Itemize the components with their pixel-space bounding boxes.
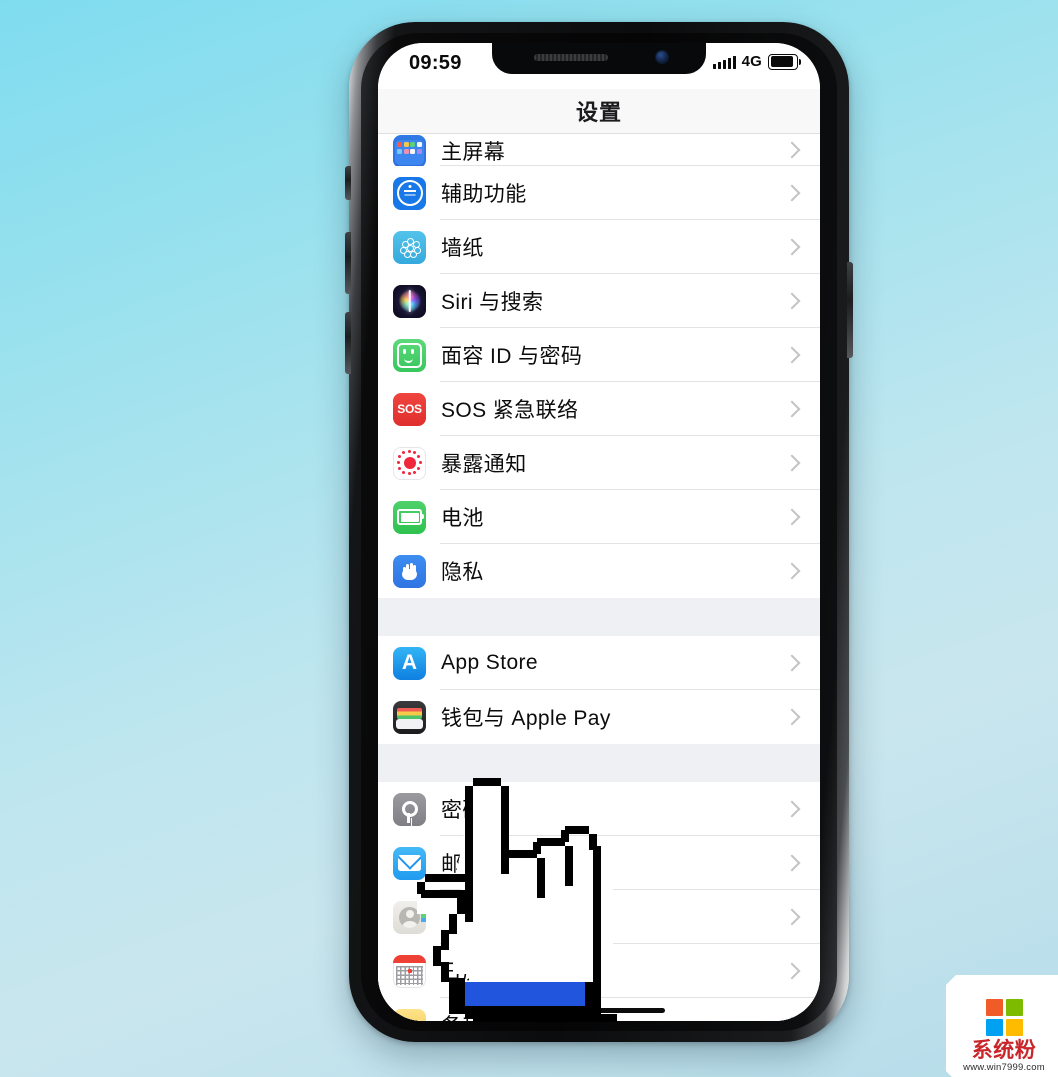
privacy-icon <box>393 554 426 588</box>
chevron-right-icon <box>783 238 801 256</box>
settings-row-label: SOS 紧急联络 <box>441 399 579 422</box>
settings-row-privacy[interactable]: 隐私 <box>378 544 820 598</box>
settings-group-store: A App Store 钱包与 Apple Pay <box>378 636 820 744</box>
chevron-right-icon <box>783 292 801 310</box>
chevron-right-icon <box>783 800 801 818</box>
chevron-right-icon <box>783 562 801 580</box>
settings-row-siri-search[interactable]: Siri 与搜索 <box>378 274 820 328</box>
status-bar-time: 09:59 <box>409 52 462 74</box>
settings-row-label: 暴露通知 <box>441 453 527 476</box>
chevron-right-icon <box>783 346 801 364</box>
app-store-glyph: A <box>401 650 418 674</box>
settings-row-label: 主屏幕 <box>441 141 506 164</box>
signal-strength-icon <box>712 55 736 69</box>
status-bar: 09:59 4G <box>378 43 820 89</box>
power-button[interactable] <box>847 262 853 358</box>
chevron-right-icon <box>783 141 801 159</box>
chevron-right-icon <box>783 708 801 726</box>
settings-row-label: App Store <box>441 651 538 674</box>
settings-row-face-id[interactable]: 面容 ID 与密码 <box>378 328 820 382</box>
phone-screen: 09:59 4G 设置 主屏幕 辅助功能 墙纸 Siri 与搜索 面容 ID 与… <box>378 43 820 1021</box>
settings-row-label: 隐私 <box>441 561 484 584</box>
settings-row-label: 辅助功能 <box>441 183 527 206</box>
face-id-icon <box>393 338 426 372</box>
network-type-label: 4G <box>741 53 762 70</box>
settings-row-label: 墙纸 <box>441 237 484 260</box>
chevron-right-icon <box>783 654 801 672</box>
settings-row-home-screen[interactable]: 主屏幕 <box>378 134 820 168</box>
chevron-right-icon <box>783 400 801 418</box>
settings-row-accessibility[interactable]: 辅助功能 <box>378 166 820 220</box>
front-camera-icon <box>656 51 668 63</box>
chevron-right-icon <box>783 454 801 472</box>
settings-row-mail[interactable]: 邮件 <box>378 836 820 890</box>
wallpaper-icon <box>393 230 426 264</box>
app-store-icon: A <box>393 646 426 680</box>
status-bar-indicators: 4G <box>712 53 801 70</box>
settings-row-passwords[interactable]: 密码 <box>378 782 820 836</box>
contacts-icon <box>393 900 426 934</box>
navigation-bar: 设置 <box>378 89 820 134</box>
settings-row-calendar[interactable]: 日历 <box>378 944 820 998</box>
home-indicator[interactable] <box>533 1008 665 1013</box>
siri-icon <box>393 284 426 318</box>
mail-icon <box>393 846 426 880</box>
watermark-title: 系统粉 <box>971 1037 1037 1062</box>
home-screen-icon <box>393 135 426 168</box>
settings-row-label: 面容 ID 与密码 <box>441 345 583 368</box>
settings-row-label: 邮件 <box>441 853 484 876</box>
settings-group-apps: 密码 邮件 通讯录 日历 <box>378 782 820 1021</box>
settings-row-label: Siri 与搜索 <box>441 291 544 314</box>
earpiece-speaker-icon <box>534 54 608 61</box>
chevron-right-icon <box>783 854 801 872</box>
section-separator <box>378 598 820 636</box>
settings-row-exposure-notifications[interactable]: 暴露通知 <box>378 436 820 490</box>
settings-row-emergency-sos[interactable]: SOS SOS 紧急联络 <box>378 382 820 436</box>
brand-logo-icon <box>985 998 1023 1036</box>
accessibility-icon <box>393 176 426 210</box>
settings-row-label: 日历 <box>441 961 484 984</box>
wallet-icon <box>393 700 426 734</box>
settings-row-label: 密码 <box>441 799 484 822</box>
settings-row-contacts[interactable]: 通讯录 <box>378 890 820 944</box>
battery-icon <box>393 500 426 534</box>
settings-row-app-store[interactable]: A App Store <box>378 636 820 690</box>
page-title: 设置 <box>575 100 622 125</box>
volume-down-button[interactable] <box>345 312 351 374</box>
settings-list[interactable]: 主屏幕 辅助功能 墙纸 Siri 与搜索 面容 ID 与密码 SOS SOS 紧… <box>378 134 820 1021</box>
settings-row-label: 备忘录 <box>441 1010 505 1021</box>
chevron-right-icon <box>783 508 801 526</box>
chevron-right-icon <box>783 184 801 202</box>
calendar-icon <box>393 954 426 988</box>
watermark: 系统粉 www.win7999.com <box>946 975 1058 1077</box>
watermark-url: www.win7999.com <box>963 1062 1045 1073</box>
chevron-right-icon <box>783 908 801 926</box>
settings-row-battery[interactable]: 电池 <box>378 490 820 544</box>
passwords-icon <box>393 792 426 826</box>
notes-icon <box>393 1008 426 1021</box>
settings-row-label: 通讯录 <box>441 907 506 930</box>
volume-up-button[interactable] <box>345 232 351 294</box>
settings-row-label: 钱包与 Apple Pay <box>441 707 611 730</box>
chevron-right-icon <box>783 1016 801 1021</box>
battery-status-icon <box>768 53 801 70</box>
settings-group-system: 主屏幕 辅助功能 墙纸 Siri 与搜索 面容 ID 与密码 SOS SOS 紧… <box>378 134 820 598</box>
exposure-notification-icon <box>393 446 426 480</box>
settings-row-wallet-apple-pay[interactable]: 钱包与 Apple Pay <box>378 690 820 744</box>
settings-row-label: 电池 <box>441 507 484 530</box>
section-separator <box>378 744 820 782</box>
chevron-right-icon <box>783 962 801 980</box>
settings-row-wallpaper[interactable]: 墙纸 <box>378 220 820 274</box>
mute-switch-button[interactable] <box>345 166 351 200</box>
notch <box>492 43 706 74</box>
sos-icon: SOS <box>393 392 426 426</box>
